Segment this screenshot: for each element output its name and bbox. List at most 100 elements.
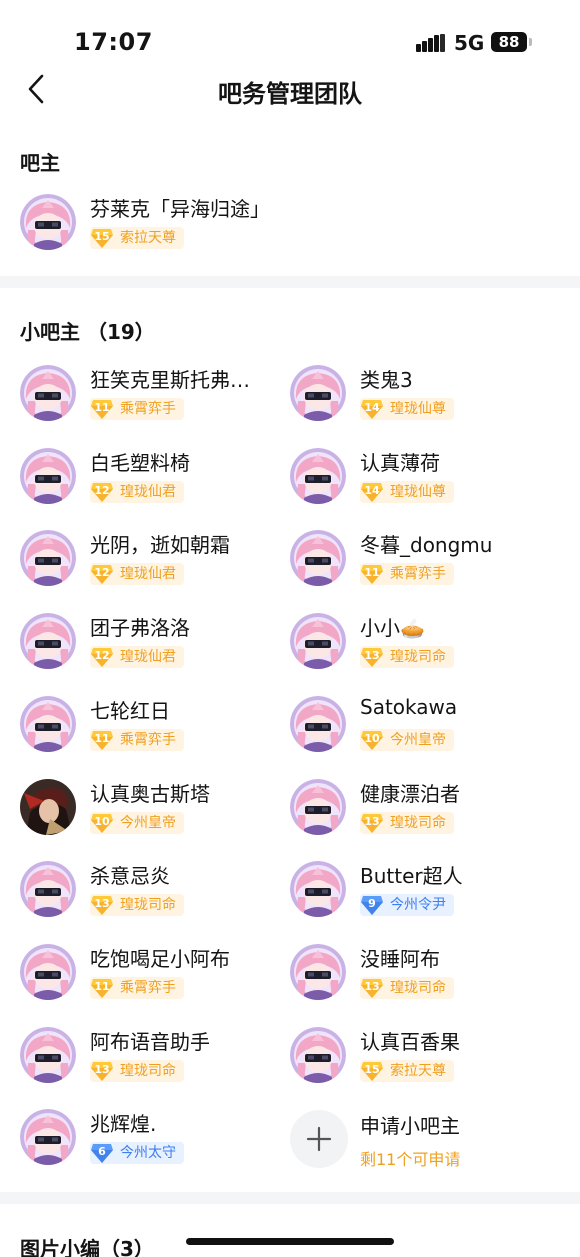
level-number: 13 <box>364 649 380 662</box>
rank-title: 今州皇帝 <box>120 815 176 831</box>
avatar <box>20 1027 76 1083</box>
member-name: 团子弗洛洛 <box>90 616 190 640</box>
status-bar: 17:07 5G 88 <box>0 0 580 70</box>
moderator-item[interactable]: 认真薄荷 14 瑝珑仙尊 <box>290 445 540 507</box>
owner-member[interactable]: 芬莱克「异海归途」 15 索拉天尊 <box>20 191 270 253</box>
level-badge-icon: 11 <box>360 563 384 585</box>
level-badge-icon: 13 <box>360 646 384 668</box>
member-name: 光阴，逝如朝霜 <box>90 533 230 557</box>
level-number: 11 <box>94 732 110 745</box>
rank-badge: 14 瑝珑仙尊 <box>360 481 454 503</box>
level-badge-icon: 11 <box>90 398 114 420</box>
rank-title: 瑝珑司命 <box>390 815 446 831</box>
level-number: 15 <box>364 1063 380 1076</box>
moderator-item[interactable]: 认真奥古斯塔 10 今州皇帝 <box>20 776 270 838</box>
avatar <box>20 448 76 504</box>
moderator-item[interactable]: 阿布语音助手 13 瑝珑司命 <box>20 1024 270 1086</box>
rank-title: 今州令尹 <box>390 897 446 913</box>
apply-label: 申请小吧主 <box>360 1114 460 1138</box>
moderator-item[interactable]: 白毛塑料椅 12 瑝珑仙君 <box>20 445 270 507</box>
rank-title: 瑝珑仙君 <box>120 566 176 582</box>
member-name: Satokawa <box>360 695 458 719</box>
moderator-item[interactable]: 健康漂泊者 13 瑝珑司命 <box>290 776 540 838</box>
moderator-item[interactable]: 类鬼3 14 瑝珑仙尊 <box>290 362 540 424</box>
rank-title: 索拉天尊 <box>120 230 176 246</box>
level-badge-icon: 15 <box>90 227 114 249</box>
moderator-item[interactable]: 小小🥧 13 瑝珑司命 <box>290 610 540 672</box>
avatar <box>20 861 76 917</box>
avatar <box>290 448 346 504</box>
level-badge-icon: 13 <box>360 812 384 834</box>
moderator-item[interactable]: Satokawa 10 今州皇帝 <box>290 693 540 755</box>
level-number: 12 <box>94 566 110 579</box>
level-badge-icon: 11 <box>90 977 114 999</box>
level-number: 12 <box>94 484 110 497</box>
moderator-item[interactable]: 认真百香果 15 索拉天尊 <box>290 1024 540 1086</box>
member-name: 七轮红日 <box>90 699 170 723</box>
battery-cap <box>529 38 532 46</box>
member-name: 白毛塑料椅 <box>90 451 190 475</box>
level-number: 13 <box>364 815 380 828</box>
avatar <box>290 861 346 917</box>
nav-bar: 吧务管理团队 <box>0 70 580 110</box>
level-badge-icon: 12 <box>90 481 114 503</box>
rank-badge: 13 瑝珑司命 <box>90 894 184 916</box>
level-number: 12 <box>94 649 110 662</box>
rank-title: 瑝珑仙君 <box>120 649 176 665</box>
avatar <box>20 365 76 421</box>
rank-title: 瑝珑司命 <box>390 649 446 665</box>
level-badge-icon: 10 <box>90 812 114 834</box>
level-badge-icon: 11 <box>90 729 114 751</box>
member-name: 没睡阿布 <box>360 947 440 971</box>
member-name: 兆辉煌. <box>90 1112 157 1136</box>
level-number: 15 <box>94 230 110 243</box>
level-number: 11 <box>94 980 110 993</box>
rank-badge: 13 瑝珑司命 <box>360 812 454 834</box>
section-divider <box>0 1192 580 1204</box>
avatar <box>20 1109 76 1165</box>
member-name: 小小🥧 <box>360 616 425 640</box>
moderator-item[interactable]: 杀意忌炎 13 瑝珑司命 <box>20 858 270 920</box>
moderator-item[interactable]: Butter超人 9 今州令尹 <box>290 858 540 920</box>
member-name: 类鬼3 <box>360 368 413 392</box>
rank-title: 今州皇帝 <box>390 732 446 748</box>
level-badge-icon: 14 <box>360 481 384 503</box>
moderator-item[interactable]: 吃饱喝足小阿布 11 乘霄弈手 <box>20 941 270 1003</box>
rank-title: 乘霄弈手 <box>120 401 176 417</box>
level-badge-icon: 6 <box>90 1142 114 1164</box>
moderator-item[interactable]: 冬暮_dongmu 11 乘霄弈手 <box>290 527 540 589</box>
rank-title: 今州太守 <box>120 1145 176 1161</box>
moderator-item[interactable]: 团子弗洛洛 12 瑝珑仙君 <box>20 610 270 672</box>
avatar <box>290 779 346 835</box>
apply-remaining: 剩11个可申请 <box>360 1150 461 1169</box>
member-name: 认真薄荷 <box>360 451 440 475</box>
avatar <box>20 530 76 586</box>
section-title-editors: 图片小编（3） <box>20 1237 154 1257</box>
moderator-item[interactable]: 光阴，逝如朝霜 12 瑝珑仙君 <box>20 527 270 589</box>
moderator-item[interactable]: 没睡阿布 13 瑝珑司命 <box>290 941 540 1003</box>
apply-moderator-button[interactable]: 申请小吧主 剩11个可申请 <box>290 1110 530 1172</box>
member-name: 健康漂泊者 <box>360 782 460 806</box>
section-divider <box>0 276 580 288</box>
avatar <box>20 613 76 669</box>
page-title: 吧务管理团队 <box>218 80 362 108</box>
section-title-moderators: 小吧主 （19） <box>20 320 155 344</box>
moderator-item[interactable]: 七轮红日 11 乘霄弈手 <box>20 693 270 755</box>
rank-title: 瑝珑司命 <box>390 980 446 996</box>
battery-icon: 88 <box>491 32 527 52</box>
level-number: 6 <box>98 1145 106 1158</box>
rank-badge: 14 瑝珑仙尊 <box>360 398 454 420</box>
rank-badge: 6 今州太守 <box>90 1142 184 1164</box>
plus-icon <box>306 1126 332 1152</box>
rank-title: 瑝珑仙尊 <box>390 484 446 500</box>
level-badge-icon: 12 <box>90 646 114 668</box>
member-name: 冬暮_dongmu <box>360 533 493 557</box>
rank-badge: 11 乘霄弈手 <box>90 977 184 999</box>
level-number: 10 <box>94 815 110 828</box>
moderator-item[interactable]: 狂笑克里斯托弗… 11 乘霄弈手 <box>20 362 270 424</box>
moderator-item[interactable]: 兆辉煌. 6 今州太守 <box>20 1106 270 1168</box>
rank-badge: 15 索拉天尊 <box>90 227 184 249</box>
rank-badge: 12 瑝珑仙君 <box>90 481 184 503</box>
rank-badge: 11 乘霄弈手 <box>90 398 184 420</box>
rank-badge: 13 瑝珑司命 <box>90 1060 184 1082</box>
